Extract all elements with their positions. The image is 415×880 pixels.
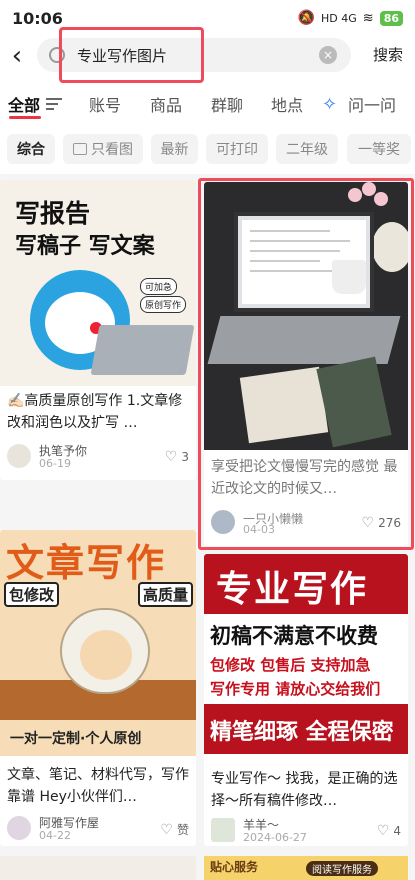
cover-text-line2: 初稿不满意不收费: [210, 624, 378, 648]
peek-label: 贴心服务: [210, 860, 259, 874]
clear-icon[interactable]: ×: [319, 46, 337, 64]
chip-comprehensive[interactable]: 综合: [7, 134, 55, 164]
cover-badge-urgent: 可加急: [140, 278, 178, 295]
next-card-peek[interactable]: 贴心服务 阅读写作服务: [204, 856, 408, 880]
chip-images-only[interactable]: 只看图: [63, 134, 143, 164]
peek-button: 阅读写作服务: [306, 861, 378, 876]
like-count: 4: [393, 824, 401, 838]
wifi-icon: ≋: [362, 10, 374, 26]
post-date: 06-19: [39, 457, 71, 470]
like-button[interactable]: ♡ 3: [165, 449, 189, 465]
chip-first-prize[interactable]: 一等奖: [347, 134, 411, 164]
next-card-peek[interactable]: [0, 856, 196, 880]
cover-footer-text: 精笔细琢 全程保密: [210, 720, 394, 745]
cover-text-line1: 写报告: [15, 199, 91, 228]
tab-ask[interactable]: 问一问: [348, 92, 396, 116]
signal-icon: HD 4G: [321, 11, 357, 25]
cover-tag-quality: 高质量: [138, 582, 194, 607]
note-title: ✍🏻高质量原创写作 1.文章修改和润色以及扩写 …: [7, 393, 183, 431]
chip-latest[interactable]: 最新: [151, 134, 198, 164]
avatar[interactable]: [7, 444, 31, 468]
post-date: 04-22: [39, 829, 71, 842]
chip-printable[interactable]: 可打印: [206, 134, 268, 164]
note-cover-image: 文章写作 包修改 高质量 一对一定制·个人原创: [0, 530, 196, 756]
cover-text-line3: 包修改 包售后 支持加急: [210, 656, 371, 674]
card-highlight-box: [198, 178, 414, 550]
back-arrow-icon[interactable]: ‹: [0, 36, 34, 76]
like-button[interactable]: ♡ 4: [377, 823, 401, 839]
sheep-illustration: [60, 608, 150, 694]
ask-sparkle-icon: ✧: [322, 94, 338, 115]
filter-icon[interactable]: [46, 98, 62, 110]
note-meta: 执笔予你 06-19 ♡ 3: [7, 442, 189, 472]
cover-tag-revise: 包修改: [4, 582, 60, 607]
tab-places[interactable]: 地点: [271, 92, 303, 116]
note-meta: 羊羊～ 2024-06-27 ♡ 4: [211, 816, 401, 846]
note-cover-image: 专业写作 初稿不满意不收费 包修改 包售后 支持加急 写作专用 请放心交给我们 …: [204, 554, 408, 766]
cover-footer-text: 一对一定制·个人原创: [10, 731, 142, 747]
image-icon: [73, 143, 87, 155]
tab-accounts[interactable]: 账号: [89, 92, 121, 116]
heart-icon: ♡: [376, 823, 390, 839]
tab-products[interactable]: 商品: [150, 92, 182, 116]
battery-indicator: 86: [379, 10, 403, 26]
avatar[interactable]: [211, 818, 235, 842]
cover-headline: 文章写作: [6, 541, 167, 585]
chip-images-only-label: 只看图: [91, 142, 133, 158]
status-time: 10:06: [12, 8, 63, 28]
note-title: 专业写作～ 找我，是正确的选择～所有稿件修改…: [211, 771, 398, 809]
like-button[interactable]: ♡ 赞: [160, 821, 189, 838]
active-tab-underline: [9, 116, 41, 119]
mute-icon: 🔕: [297, 10, 316, 26]
cover-badge-original: 原创写作: [140, 296, 187, 313]
search-button[interactable]: 搜索: [373, 44, 403, 65]
post-date: 2024-06-27: [243, 831, 307, 844]
laptop-illustration: [90, 325, 195, 375]
result-tabs: 全部 账号 商品 群聊 地点 ✧ 问一问: [0, 84, 415, 122]
note-cover-image: 写报告 写稿子 写文案 可加急 原创写作: [0, 180, 196, 386]
avatar[interactable]: [7, 816, 31, 840]
cover-text-line4: 写作专用 请放心交给我们: [210, 680, 381, 698]
note-card[interactable]: 文章写作 包修改 高质量 一对一定制·个人原创 文章、笔记、材料代写，写作靠谱 …: [0, 530, 196, 846]
like-count: 赞: [176, 823, 189, 837]
note-meta: 阿雅写作屋 04-22 ♡ 赞: [7, 814, 189, 844]
like-count: 3: [181, 450, 189, 464]
status-icons: 🔕 HD 4G ≋ 86: [298, 10, 403, 26]
cover-headline: 专业写作: [216, 569, 369, 610]
filter-chips: 综合 只看图 最新 可打印 二年级 一等奖: [0, 134, 415, 166]
heart-icon: ♡: [160, 821, 173, 838]
cover-text-line2: 写稿子 写文案: [15, 234, 155, 259]
chip-grade2[interactable]: 二年级: [276, 134, 338, 164]
tab-groups[interactable]: 群聊: [211, 92, 243, 116]
note-card[interactable]: 专业写作 初稿不满意不收费 包修改 包售后 支持加急 写作专用 请放心交给我们 …: [204, 554, 408, 846]
note-title: 文章、笔记、材料代写，写作靠谱 Hey小伙伴们…: [7, 767, 189, 805]
heart-icon: ♡: [164, 449, 178, 465]
note-card[interactable]: 写报告 写稿子 写文案 可加急 原创写作 ✍🏻高质量原创写作 1.文章修改和润色…: [0, 180, 196, 480]
search-highlight-box: [59, 27, 204, 83]
tab-all[interactable]: 全部: [8, 92, 40, 116]
